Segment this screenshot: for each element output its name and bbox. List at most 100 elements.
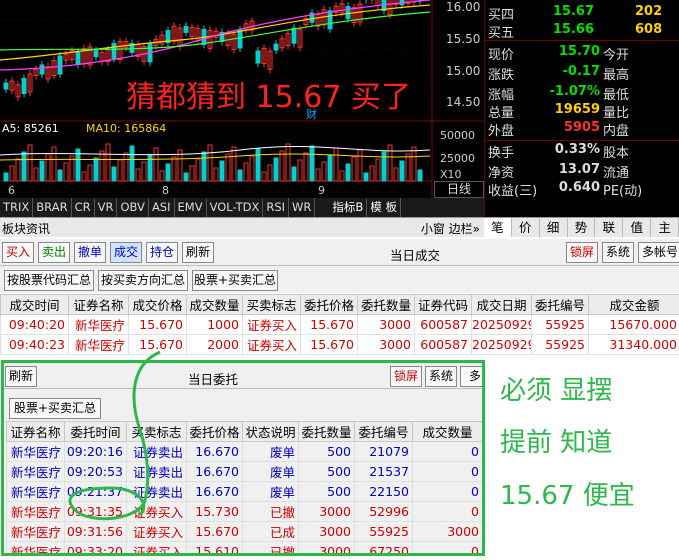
table-cell: 500 <box>298 481 355 502</box>
summary-by-direction-button[interactable]: 按买卖方向汇总 <box>98 270 188 291</box>
candle-body <box>183 25 189 33</box>
indicator-tab-cr[interactable]: CR <box>72 198 95 217</box>
column-header[interactable]: 成交数量 <box>412 421 482 442</box>
column-header[interactable]: 委托数量 <box>357 294 415 315</box>
indicator-tab-wr[interactable]: WR <box>289 198 316 217</box>
column-header[interactable]: 证券名称 <box>6 421 65 442</box>
table-row[interactable]: 新华医疗 09:21:37 证券卖出 16.670 废单 500 22150 0 <box>6 481 482 502</box>
order-refresh-button[interactable]: 刷新 <box>5 366 37 387</box>
column-header[interactable]: 委托编号 <box>531 294 589 315</box>
column-header[interactable]: 成交时间 <box>0 294 69 315</box>
deals-table: 成交时间 证券名称 成交价格 成交数量 买卖标志 委托价格 委托数量 证券代码 成交日期 委托编号… <box>0 294 679 355</box>
deals-button[interactable]: 成交 <box>110 242 142 263</box>
order-more-button[interactable]: 多 <box>460 366 482 387</box>
table-cell: 新华医疗 <box>6 521 65 542</box>
volume-bar <box>171 156 177 182</box>
indicator-tab-asi[interactable]: ASI <box>149 198 175 217</box>
template-tab[interactable]: 模 板 <box>367 198 401 217</box>
indicator-tab-trix[interactable]: TRIX <box>0 198 34 217</box>
quote-extra: 今开 <box>603 48 630 63</box>
volume-bar <box>369 165 375 182</box>
board-info-title[interactable]: 板块资讯 <box>2 220 50 237</box>
buy-button[interactable]: 买入 <box>2 242 34 263</box>
volume-bar <box>87 164 93 182</box>
candle-body <box>291 27 297 44</box>
table-cell: 2000 <box>186 334 243 355</box>
volume-bar <box>123 152 129 182</box>
system-button[interactable]: 系统 <box>602 242 634 263</box>
quote-tab-detail[interactable]: 细 <box>540 218 568 237</box>
indicator-tab-emv[interactable]: EMV <box>175 198 207 217</box>
kline-chart[interactable]: 16.00 15.50 15.00 14.50 50000 25000 X10 … <box>0 0 484 217</box>
table-row[interactable]: 09:40:23 新华医疗 15.670 2000 证券买入 15.670 3000 6005… <box>0 334 679 355</box>
quote-value: 15.67 <box>552 4 594 19</box>
table-row[interactable]: 09:40:20 新华医疗 15.670 1000 证券买入 15.670 3000 6005… <box>0 314 679 335</box>
table-cell: 55925 <box>531 334 589 355</box>
order-system-button[interactable]: 系统 <box>425 366 457 387</box>
summary-stock-direction-button[interactable]: 股票+买卖汇总 <box>192 270 278 291</box>
sidebar-toggle[interactable]: 小窗 边栏» <box>421 220 480 237</box>
table-row[interactable]: 新华医疗 09:31:35 证券买入 15.730 已撤 3000 52996 0 <box>6 501 482 522</box>
column-header[interactable]: 买卖标志 <box>242 294 301 315</box>
order-summary-button[interactable]: 股票+买卖汇总 <box>9 398 101 419</box>
table-cell: 新华医疗 <box>6 501 65 522</box>
column-header[interactable]: 委托价格 <box>300 294 358 315</box>
column-header[interactable]: 委托时间 <box>64 421 127 442</box>
indicator-tab-vr[interactable]: VR <box>95 198 118 217</box>
quote-tab-trend[interactable]: 势 <box>568 218 596 237</box>
indicator-tab-brar[interactable]: BRAR <box>33 198 72 217</box>
quote-tab-link[interactable]: 联 <box>595 218 624 237</box>
table-cell: 55925 <box>354 521 413 542</box>
daily-button[interactable]: 日线 <box>434 181 484 198</box>
quote-value: 5905 <box>563 120 600 135</box>
volume-bar <box>393 167 399 182</box>
column-header[interactable]: 证券代码 <box>414 294 472 315</box>
multi-account-button[interactable]: 多帐号 <box>638 242 679 263</box>
order-lock-button[interactable]: 锁屏 <box>390 366 422 387</box>
volume-bar <box>315 168 321 182</box>
cancel-order-button[interactable]: 撤单 <box>74 242 106 263</box>
column-header[interactable]: 成交金额 <box>588 294 679 315</box>
table-cell: 新华医疗 <box>6 541 65 553</box>
candle-body <box>57 55 63 75</box>
volume-bar <box>9 165 15 182</box>
column-header[interactable]: 成交价格 <box>128 294 187 315</box>
quote-tab-tick[interactable]: 笔 <box>484 218 512 237</box>
positions-button[interactable]: 持仓 <box>146 242 178 263</box>
sell-button[interactable]: 卖出 <box>38 242 70 263</box>
refresh-button[interactable]: 刷新 <box>182 242 214 263</box>
quote-value: -0.17 <box>562 64 600 79</box>
column-header[interactable]: 成交日期 <box>471 294 532 315</box>
volume-bar <box>351 156 357 182</box>
column-header[interactable]: 证券名称 <box>68 294 129 315</box>
column-header[interactable]: 成交数量 <box>186 294 243 315</box>
column-header[interactable]: 委托编号 <box>354 421 413 442</box>
volume-bar <box>291 166 297 182</box>
column-header[interactable]: 委托数量 <box>298 421 355 442</box>
volume-bar <box>105 143 111 182</box>
indicator-tab-b[interactable]: 指标B <box>329 198 368 217</box>
quote-tab-value[interactable]: 值 <box>623 218 652 237</box>
table-cell: 证券买入 <box>126 541 187 553</box>
table-row[interactable]: 新华医疗 09:20:53 证券卖出 16.670 废单 500 21537 0 <box>6 461 482 482</box>
indicator-tab-rsi[interactable]: RSI <box>263 198 290 217</box>
indicator-tab-obv[interactable]: OBV <box>117 198 149 217</box>
column-header[interactable]: 买卖标志 <box>126 421 187 442</box>
column-header[interactable]: 状态说明 <box>242 421 299 442</box>
table-cell: 16.670 <box>186 441 243 462</box>
column-header[interactable]: 委托价格 <box>186 421 243 442</box>
quote-tab-main[interactable]: 主 <box>651 218 679 237</box>
y-tick-3: 15.00 <box>446 64 481 78</box>
table-row[interactable]: 新华医疗 09:31:56 证券买入 15.670 已成 3000 55925 3000 <box>6 521 482 542</box>
quote-tab-price[interactable]: 价 <box>512 218 540 237</box>
table-cell: 废单 <box>242 481 299 502</box>
quote-row: 净资 13.07 流通 <box>485 162 679 181</box>
table-row[interactable]: 新华医疗 09:33:20 证券买入 15.610 已撤 3000 67250 0 <box>6 541 482 553</box>
summary-by-code-button[interactable]: 按股票代码汇总 <box>4 270 94 291</box>
lock-screen-button[interactable]: 锁屏 <box>566 242 598 263</box>
table-row[interactable]: 新华医疗 09:20:16 证券卖出 16.670 废单 500 21079 0 <box>6 441 482 462</box>
indicator-tab-vol-tdx[interactable]: VOL-TDX <box>207 198 264 217</box>
quote-extra: 最低 <box>603 88 630 103</box>
table-cell: 09:20:53 <box>64 461 127 482</box>
table-cell: 已成 <box>242 521 299 542</box>
